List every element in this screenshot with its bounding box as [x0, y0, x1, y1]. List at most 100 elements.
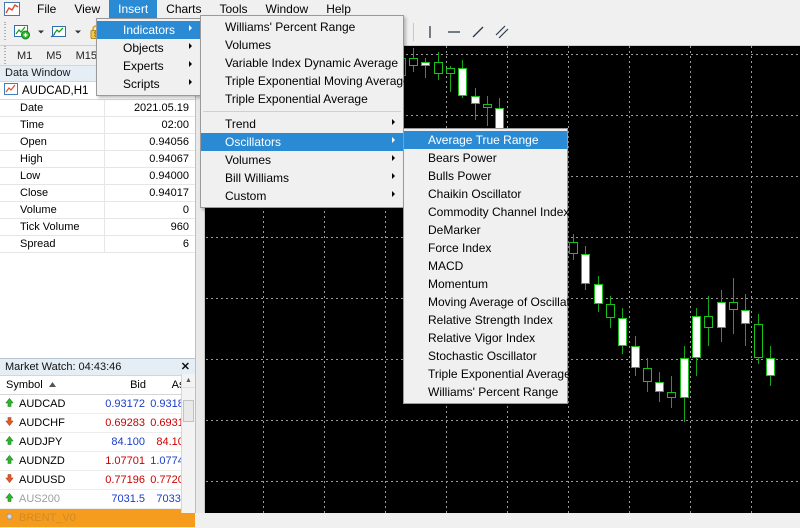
data-window-panel: Data Window AUDCAD,H1 Date 2021.05.19 Time… — [0, 65, 196, 358]
menu-item-force-index[interactable]: Force Index — [404, 239, 567, 257]
menu-item-indicators[interactable]: Indicators — [97, 21, 200, 39]
menu-item-volumes[interactable]: Volumes — [201, 151, 403, 169]
menu-item-scripts[interactable]: Scripts — [97, 75, 200, 93]
menu-item-oscillators[interactable]: Oscillators — [201, 133, 403, 151]
menu-item-chaikin-oscillator[interactable]: Chaikin Oscillator — [404, 185, 567, 203]
market-watch-row[interactable]: AUDNZD 1.07701 1.07740 — [0, 452, 195, 471]
market-watch-row[interactable]: AUDUSD 0.77196 0.77201 — [0, 471, 195, 490]
candle-body — [421, 62, 431, 66]
menu-item-williams-percent-range[interactable]: Williams' Percent Range — [404, 383, 567, 401]
menu-item-trend[interactable]: Trend — [201, 115, 403, 133]
menu-item-bill-williams[interactable]: Bill Williams — [201, 169, 403, 187]
market-watch-row[interactable]: BRENT_V0 — [0, 509, 195, 528]
dot-icon — [5, 512, 14, 524]
profiles-icon[interactable] — [48, 21, 70, 43]
market-watch-bid: 1.07701 — [105, 455, 145, 467]
close-icon[interactable]: ✕ — [181, 359, 190, 375]
menu-item-average-true-range[interactable]: Average True Range — [404, 131, 567, 149]
menu-view[interactable]: View — [65, 0, 109, 18]
menu-item-relative-vigor-index[interactable]: Relative Vigor Index — [404, 329, 567, 347]
menu-item-experts[interactable]: Experts — [97, 57, 200, 75]
menu-insert[interactable]: Insert — [109, 0, 158, 18]
scroll-up-icon[interactable]: ▲ — [182, 374, 195, 388]
toolbar-grip[interactable] — [2, 21, 8, 42]
scrollbar-thumb[interactable] — [183, 400, 194, 422]
menu-item-triple-exponential-average[interactable]: Triple Exponential Average — [201, 90, 403, 108]
candle-body — [482, 104, 492, 108]
menu-item-triple-exponential-average[interactable]: Triple Exponential Average — [404, 365, 571, 383]
menu-item-custom[interactable]: Custom — [201, 187, 403, 205]
market-watch-symbol-label: AUDNZD — [19, 455, 65, 467]
market-watch-row[interactable]: AUDCHF 0.69283 0.69313 — [0, 414, 195, 433]
vertical-line-icon[interactable] — [419, 21, 441, 43]
arrow-up-icon — [5, 455, 14, 467]
new-chart-dropdown-icon[interactable] — [35, 21, 46, 43]
market-watch-scrollbar[interactable]: ▲ — [181, 374, 195, 513]
data-window-row: Time 02:00 — [0, 117, 195, 134]
candlestick — [569, 46, 579, 513]
submenu-arrow-icon — [188, 21, 193, 39]
arrow-up-icon — [5, 493, 14, 505]
menu-item-variable-index-dynamic-average[interactable]: Variable Index Dynamic Average — [201, 54, 403, 72]
menu-item-relative-strength-index[interactable]: Relative Strength Index — [404, 311, 567, 329]
new-chart-icon[interactable] — [11, 21, 33, 43]
menu-item-label: Momentum — [428, 277, 489, 291]
menu-item-label: Average True Range — [428, 133, 539, 147]
market-watch-row[interactable]: AUDJPY 84.100 84.105 — [0, 433, 195, 452]
profiles-dropdown-icon[interactable] — [72, 21, 83, 43]
timeframe-m1[interactable]: M1 — [10, 50, 39, 62]
market-watch-symbol-cell: AUDNZD — [0, 455, 97, 467]
column-symbol-label: Symbol — [6, 379, 43, 391]
menu-file[interactable]: File — [28, 0, 65, 18]
candlestick — [618, 46, 628, 513]
menu-item-label: MACD — [428, 259, 464, 273]
column-header-bid[interactable]: Bid — [98, 379, 151, 391]
market-watch-row[interactable]: AUDCAD 0.93172 0.93182 — [0, 395, 195, 414]
data-window-row: High 0.94067 — [0, 151, 195, 168]
candle-body — [581, 254, 591, 284]
menu-item-triple-exponential-moving-average[interactable]: Triple Exponential Moving Average — [201, 72, 410, 90]
market-watch-bid: 84.100 — [111, 436, 145, 448]
market-watch-row[interactable]: AUS200 7031.5 7033.0 — [0, 490, 195, 509]
candlestick — [605, 46, 616, 513]
candle-body — [470, 96, 480, 104]
candle-body — [716, 302, 726, 328]
menu-item-momentum[interactable]: Momentum — [404, 275, 567, 293]
menu-item-label: Force Index — [428, 241, 492, 255]
menu-item-williams-percent-range[interactable]: Williams' Percent Range — [201, 18, 403, 36]
data-window-key: Time — [20, 119, 45, 131]
timeframe-grip[interactable] — [2, 45, 8, 66]
candle-body — [630, 346, 640, 368]
menu-item-commodity-channel-index[interactable]: Commodity Channel Index — [404, 203, 569, 221]
insert-menu: Indicators Objects Experts Scripts — [96, 18, 201, 96]
candle-body — [679, 358, 689, 398]
data-window-value: 0.94056 — [104, 134, 195, 150]
menu-item-label: Experts — [123, 59, 164, 73]
menu-item-label: Bulls Power — [428, 169, 492, 183]
equidistant-channel-icon[interactable] — [491, 21, 513, 43]
menu-item-moving-average-of-oscillator[interactable]: Moving Average of Oscillator — [404, 293, 581, 311]
menu-item-bulls-power[interactable]: Bulls Power — [404, 167, 567, 185]
menu-separator — [203, 111, 401, 112]
menu-item-volumes[interactable]: Volumes — [201, 36, 403, 54]
menu-item-label: Volumes — [225, 153, 272, 167]
menu-item-label: Objects — [123, 41, 164, 55]
toolbar-separator — [413, 22, 414, 41]
menu-item-bears-power[interactable]: Bears Power — [404, 149, 567, 167]
candle-body — [741, 310, 751, 324]
menu-item-label: Custom — [225, 189, 267, 203]
arrow-down-icon — [5, 417, 14, 429]
candlestick — [667, 46, 677, 513]
candle-body — [605, 304, 615, 318]
menu-item-demarker[interactable]: DeMarker — [404, 221, 567, 239]
horizontal-line-icon[interactable] — [443, 21, 465, 43]
menu-item-macd[interactable]: MACD — [404, 257, 567, 275]
market-watch-bid: 0.93172 — [105, 398, 145, 410]
trendline-icon[interactable] — [467, 21, 489, 43]
menu-item-stochastic-oscillator[interactable]: Stochastic Oscillator — [404, 347, 567, 365]
submenu-arrow-icon — [391, 115, 396, 133]
timeframe-m5[interactable]: M5 — [39, 50, 68, 62]
data-window-value: 0.94017 — [104, 185, 195, 201]
menu-item-objects[interactable]: Objects — [97, 39, 200, 57]
column-header-symbol[interactable]: Symbol — [0, 379, 98, 391]
